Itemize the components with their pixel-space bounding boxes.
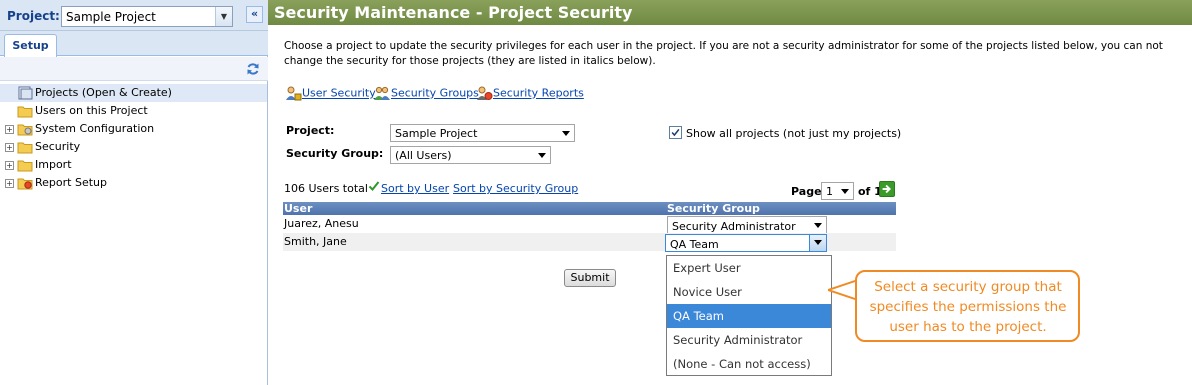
- tree-item-import[interactable]: + Import: [0, 156, 267, 174]
- security-group-row-select-open[interactable]: QA Team: [665, 234, 827, 252]
- security-groups-link[interactable]: Security Groups: [391, 87, 479, 100]
- project-selector[interactable]: Sample Project ▼: [61, 6, 233, 27]
- tree-item-users-on-project[interactable]: Users on this Project: [0, 102, 267, 120]
- user-group-icon: [374, 86, 390, 100]
- user-security-link[interactable]: User Security: [302, 87, 376, 100]
- callout-text: Select a security group that specifies t…: [869, 279, 1067, 335]
- chevron-down-icon: [538, 153, 546, 158]
- tree-item-label: System Configuration: [35, 122, 155, 135]
- collapse-panel-button[interactable]: «: [246, 6, 263, 23]
- tree-item-projects[interactable]: Projects (Open & Create): [0, 84, 267, 102]
- user-security-grid: User Security Group Juarez, Anesu Securi…: [283, 202, 896, 252]
- chevron-down-icon[interactable]: ▼: [215, 7, 232, 26]
- table-row: Juarez, Anesu Security Administrator: [283, 215, 896, 234]
- page-label: Page: [791, 185, 822, 198]
- dropdown-option[interactable]: Novice User: [667, 280, 831, 304]
- chevron-down-icon: [562, 131, 570, 136]
- tree-item-label: Security: [35, 140, 81, 153]
- grid-header: User Security Group: [283, 202, 896, 215]
- project-label: Project:: [7, 9, 60, 23]
- title-bar: Security Maintenance - Project Security: [268, 0, 1192, 25]
- tree-item-system-configuration[interactable]: + System Configuration: [0, 120, 267, 138]
- checkmark-icon: [368, 181, 380, 191]
- tree-item-label: Projects (Open & Create): [35, 86, 172, 99]
- dropdown-option[interactable]: Security Administrator: [667, 328, 831, 352]
- security-report-icon: [477, 86, 493, 100]
- gear-folder-icon: [17, 124, 33, 136]
- security-groups-link-item[interactable]: Security Groups: [374, 86, 479, 101]
- user-name: Smith, Jane: [284, 235, 347, 248]
- tree-item-label: Report Setup: [35, 176, 107, 189]
- expand-icon[interactable]: +: [5, 125, 14, 134]
- sort-by-user-link[interactable]: Sort by User: [381, 182, 449, 195]
- project-selector-value: Sample Project: [66, 10, 156, 24]
- security-reports-link-item[interactable]: Security Reports: [476, 86, 584, 101]
- user-name: Juarez, Anesu: [284, 217, 359, 230]
- tree-item-security[interactable]: + Security: [0, 138, 267, 156]
- help-callout: Select a security group that specifies t…: [855, 270, 1080, 342]
- security-group-select-value: (All Users): [395, 149, 452, 162]
- tree-item-report-setup[interactable]: + Report Setup: [0, 174, 267, 192]
- tab-strip: Setup: [0, 31, 268, 57]
- tab-setup[interactable]: Setup: [4, 34, 57, 57]
- security-group-select[interactable]: (All Users): [390, 146, 551, 164]
- page-select[interactable]: 1: [821, 182, 854, 200]
- column-header-security-group[interactable]: Security Group: [667, 202, 760, 215]
- table-row: Smith, Jane QA Team: [283, 233, 896, 252]
- project-bar: Project: Sample Project ▼ «: [0, 0, 268, 31]
- security-group-field-label: Security Group:: [286, 147, 384, 160]
- report-folder-icon: [17, 178, 33, 190]
- user-lock-icon: [286, 86, 302, 101]
- folder-icon: [17, 106, 33, 118]
- security-group-dropdown-list: Expert User Novice User QA Team Security…: [666, 255, 832, 376]
- folder-icon: [17, 160, 33, 172]
- intro-text: Choose a project to update the security …: [284, 40, 1163, 67]
- project-select-value: Sample Project: [395, 127, 478, 140]
- column-header-user[interactable]: User: [284, 202, 312, 215]
- refresh-icon[interactable]: [246, 62, 260, 76]
- show-all-projects-label: Show all projects (not just my projects): [686, 127, 902, 140]
- chevron-down-icon[interactable]: [809, 235, 826, 251]
- next-page-icon[interactable]: [879, 181, 895, 197]
- tree-item-label: Users on this Project: [35, 104, 148, 117]
- submit-button[interactable]: Submit: [564, 269, 616, 287]
- navigation-tree: Projects (Open & Create) Users on this P…: [0, 84, 267, 192]
- user-security-link-item[interactable]: User Security: [285, 86, 376, 101]
- dropdown-option[interactable]: (None - Can not access): [667, 352, 831, 376]
- callout-pointer: [828, 278, 858, 302]
- chevron-down-icon: [841, 189, 849, 194]
- project-select[interactable]: Sample Project: [390, 124, 575, 142]
- security-reports-link[interactable]: Security Reports: [493, 87, 584, 100]
- dropdown-option-selected[interactable]: QA Team: [667, 304, 831, 328]
- expand-icon[interactable]: +: [5, 143, 14, 152]
- expand-icon[interactable]: +: [5, 161, 14, 170]
- checkbox-checked-icon[interactable]: [669, 126, 682, 139]
- project-field-label: Project:: [286, 124, 335, 137]
- security-group-row-select[interactable]: Security Administrator: [667, 216, 827, 234]
- left-panel: Project: Sample Project ▼ « Setup Projec…: [0, 0, 268, 385]
- page-select-value: 1: [826, 185, 833, 198]
- chevron-down-icon: [814, 223, 822, 228]
- users-total: 106 Users total: [284, 182, 368, 195]
- row-select-value: QA Team: [670, 238, 719, 251]
- projects-icon: [18, 86, 33, 100]
- dropdown-option[interactable]: Expert User: [667, 256, 831, 280]
- page-title: Security Maintenance - Project Security: [274, 3, 633, 22]
- folder-icon: [17, 142, 33, 154]
- tree-toolbar: [0, 57, 268, 81]
- tree-item-label: Import: [35, 158, 72, 171]
- sort-by-group-link[interactable]: Sort by Security Group: [453, 182, 578, 195]
- expand-icon[interactable]: +: [5, 179, 14, 188]
